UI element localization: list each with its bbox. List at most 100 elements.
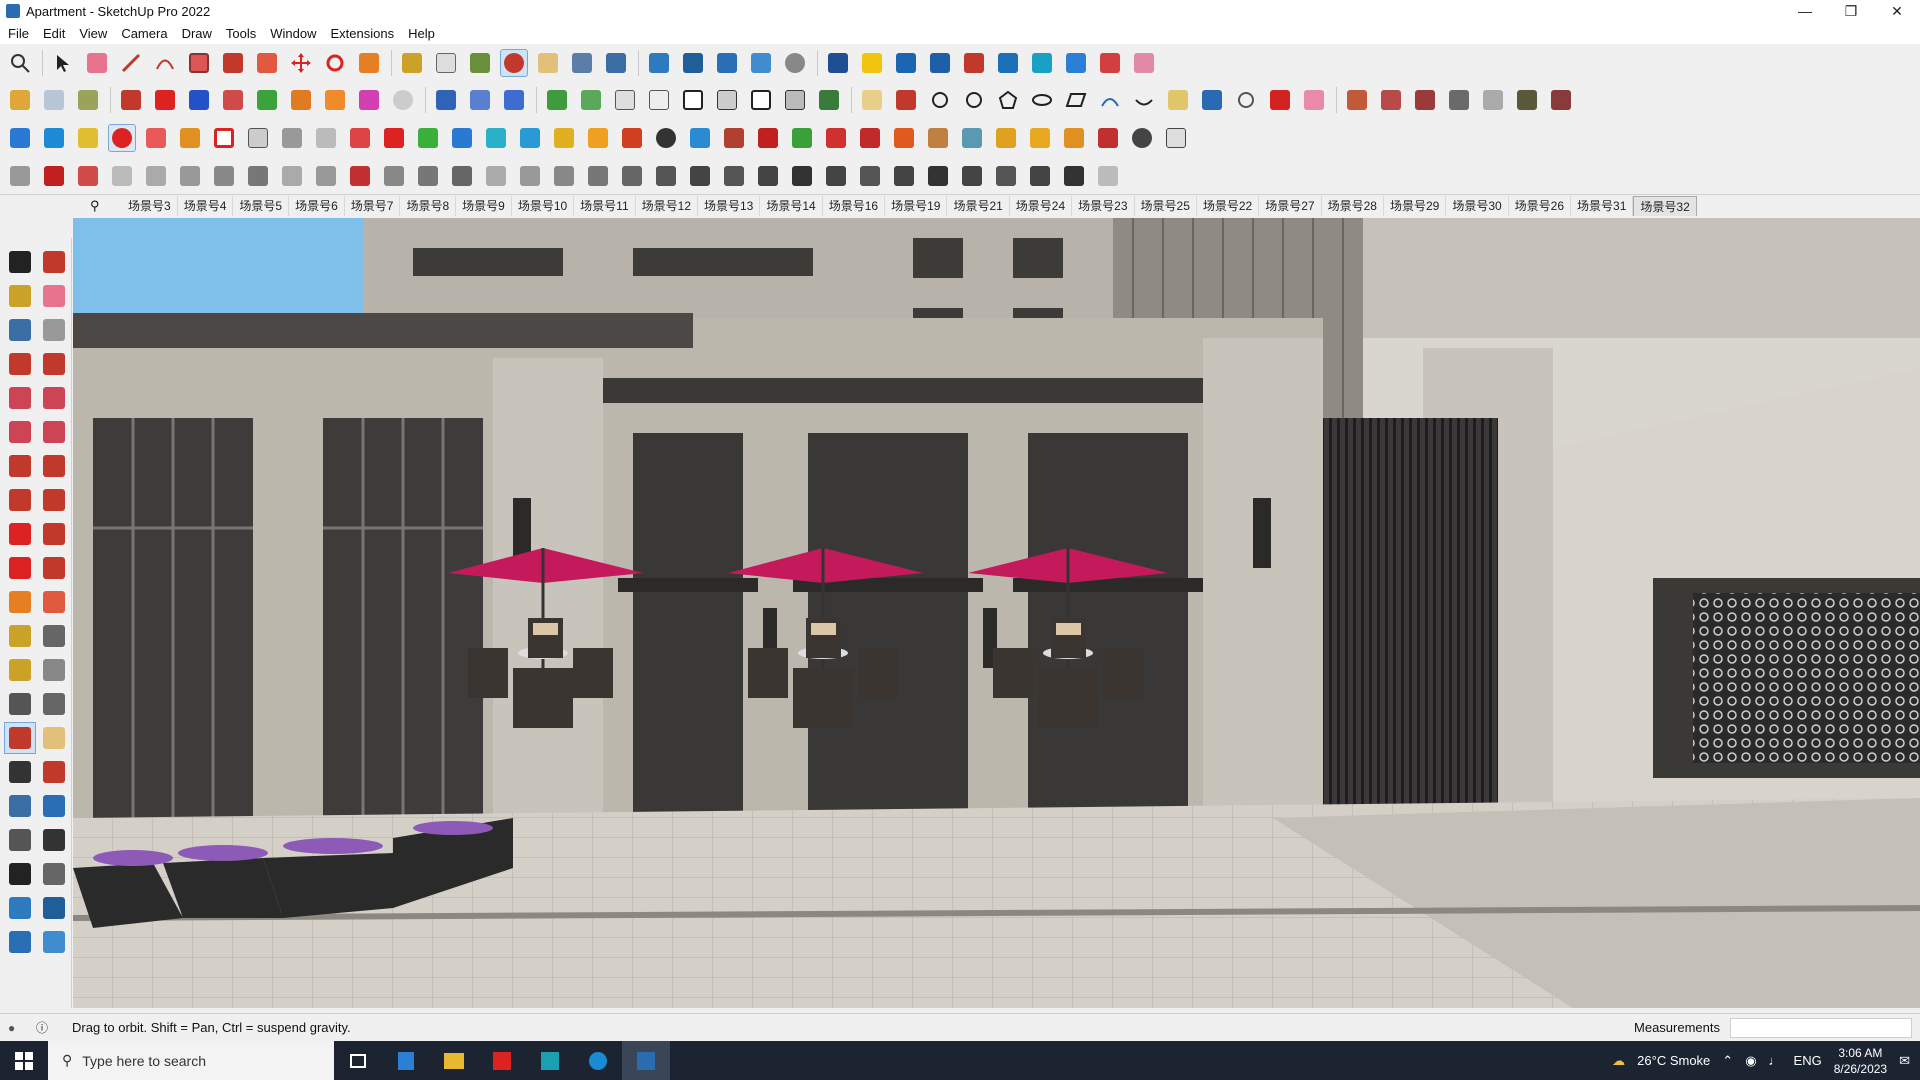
line-tool-icon[interactable] bbox=[1266, 86, 1294, 114]
house-icon[interactable] bbox=[611, 86, 639, 114]
polyline-icon[interactable] bbox=[6, 162, 34, 190]
follow-me-icon[interactable] bbox=[142, 124, 170, 152]
lasso-red-icon[interactable] bbox=[618, 124, 646, 152]
select-arrow-icon[interactable] bbox=[49, 49, 77, 77]
push-green-icon[interactable] bbox=[253, 86, 281, 114]
shape3-icon[interactable] bbox=[176, 162, 204, 190]
clock[interactable]: 3:06 AM 8/26/2023 bbox=[1834, 1045, 1887, 1077]
polygon-icon[interactable] bbox=[38, 416, 70, 448]
move-icon[interactable] bbox=[287, 49, 315, 77]
scene-tab[interactable]: 场景号7 bbox=[345, 195, 401, 216]
shape13-icon[interactable] bbox=[516, 162, 544, 190]
offset-icon[interactable] bbox=[38, 586, 70, 618]
zoom-extents-icon[interactable] bbox=[602, 49, 630, 77]
scene-tab[interactable]: 场景号9 bbox=[456, 195, 512, 216]
stack-orange-icon[interactable] bbox=[890, 124, 918, 152]
x-blue-icon[interactable] bbox=[448, 124, 476, 152]
scene-tab[interactable]: 场景号27 bbox=[1259, 195, 1322, 216]
cross-green-icon[interactable] bbox=[414, 124, 442, 152]
align-icon[interactable] bbox=[960, 49, 988, 77]
component-panel-icon[interactable] bbox=[108, 123, 136, 152]
curve-tool-icon[interactable] bbox=[312, 124, 340, 152]
file-explorer-icon[interactable] bbox=[430, 1041, 478, 1080]
flask2-icon[interactable] bbox=[516, 124, 544, 152]
menu-camera[interactable]: Camera bbox=[121, 26, 167, 41]
circle2-icon[interactable] bbox=[960, 86, 988, 114]
components-icon[interactable] bbox=[645, 49, 673, 77]
minimize-button[interactable]: — bbox=[1782, 0, 1828, 22]
acrobat-icon[interactable] bbox=[478, 1041, 526, 1080]
scene-tab[interactable]: 场景号19 bbox=[885, 195, 948, 216]
box-icon[interactable] bbox=[713, 86, 741, 114]
mesh3-icon[interactable] bbox=[1479, 86, 1507, 114]
scene-tab[interactable]: 场景号14 bbox=[760, 195, 823, 216]
tape-measure-icon[interactable] bbox=[4, 620, 36, 652]
shape21-icon[interactable] bbox=[788, 162, 816, 190]
scene-tab[interactable]: 场景号4 bbox=[178, 195, 234, 216]
windows-start-button[interactable] bbox=[0, 1041, 48, 1080]
stairs-icon[interactable] bbox=[244, 124, 272, 152]
scale-icon[interactable] bbox=[4, 586, 36, 618]
freehand-icon[interactable] bbox=[38, 348, 70, 380]
menu-draw[interactable]: Draw bbox=[182, 26, 212, 41]
rotated-rect-icon[interactable] bbox=[38, 382, 70, 414]
shape22-icon[interactable] bbox=[822, 162, 850, 190]
shape8-icon[interactable] bbox=[346, 162, 374, 190]
dimension-icon[interactable] bbox=[38, 620, 70, 652]
intersect-icon[interactable] bbox=[994, 49, 1022, 77]
zoom-extents-icon[interactable] bbox=[4, 790, 36, 822]
scene-tab[interactable]: 场景号11 bbox=[574, 195, 636, 216]
scene-tab[interactable]: 场景号28 bbox=[1322, 195, 1384, 216]
stack-green-icon[interactable] bbox=[788, 124, 816, 152]
axes-icon[interactable] bbox=[4, 688, 36, 720]
shape30-icon[interactable] bbox=[1094, 162, 1122, 190]
solid-icon[interactable] bbox=[1028, 49, 1056, 77]
shape7-icon[interactable] bbox=[312, 162, 340, 190]
shape2-icon[interactable] bbox=[142, 162, 170, 190]
add-point-icon[interactable] bbox=[117, 86, 145, 114]
menu-window[interactable]: Window bbox=[270, 26, 316, 41]
zoom-icon[interactable] bbox=[4, 756, 36, 788]
grid-orange3-icon[interactable] bbox=[1060, 124, 1088, 152]
styles-icon[interactable] bbox=[4, 926, 36, 958]
grid-orange-icon[interactable] bbox=[992, 124, 1020, 152]
paint-bucket-icon[interactable] bbox=[466, 49, 494, 77]
push-magenta-icon[interactable] bbox=[355, 86, 383, 114]
zoom-window-icon[interactable] bbox=[38, 756, 70, 788]
home-outline-icon[interactable] bbox=[747, 86, 775, 114]
arc-icon[interactable] bbox=[151, 49, 179, 77]
line-icon[interactable] bbox=[4, 348, 36, 380]
sketchup-taskbar-icon[interactable] bbox=[622, 1041, 670, 1080]
arc-2pt-icon[interactable] bbox=[38, 450, 70, 482]
orbit-icon[interactable] bbox=[38, 246, 70, 278]
sandbox-icon[interactable] bbox=[824, 49, 852, 77]
orbit-icon[interactable] bbox=[500, 48, 528, 77]
rotate-icon[interactable] bbox=[321, 49, 349, 77]
chain-icon[interactable] bbox=[278, 124, 306, 152]
material-grid-icon[interactable] bbox=[1377, 86, 1405, 114]
shape4-icon[interactable] bbox=[210, 162, 238, 190]
zoom-icon[interactable] bbox=[6, 49, 34, 77]
wireframe-icon[interactable] bbox=[74, 86, 102, 114]
shape9-icon[interactable] bbox=[380, 162, 408, 190]
shape15-icon[interactable] bbox=[584, 162, 612, 190]
scene-tab[interactable]: 场景号22 bbox=[1197, 195, 1260, 216]
edge-icon[interactable] bbox=[574, 1041, 622, 1080]
scene-tab[interactable]: 场景号8 bbox=[400, 195, 457, 216]
shape5-icon[interactable] bbox=[244, 162, 272, 190]
3d-text-icon[interactable] bbox=[38, 688, 70, 720]
car-icon[interactable] bbox=[74, 162, 102, 190]
scene-tab[interactable]: 场景号3 bbox=[122, 195, 178, 216]
paint-icon[interactable] bbox=[1164, 86, 1192, 114]
layers-icon[interactable] bbox=[38, 892, 70, 924]
arc2-icon[interactable] bbox=[1096, 86, 1124, 114]
info-icon[interactable]: ⓘ bbox=[36, 1019, 48, 1036]
volume-icon[interactable]: ♩ bbox=[1769, 1053, 1782, 1068]
scene-tab[interactable]: 场景号31 bbox=[1571, 195, 1634, 216]
scene-tab[interactable]: 场景号29 bbox=[1384, 195, 1447, 216]
shape11-icon[interactable] bbox=[448, 162, 476, 190]
rotate-black-icon[interactable] bbox=[652, 124, 680, 152]
flask-icon[interactable] bbox=[482, 124, 510, 152]
redo-icon[interactable] bbox=[1096, 49, 1124, 77]
scene-tab[interactable]: 场景号12 bbox=[636, 195, 698, 216]
